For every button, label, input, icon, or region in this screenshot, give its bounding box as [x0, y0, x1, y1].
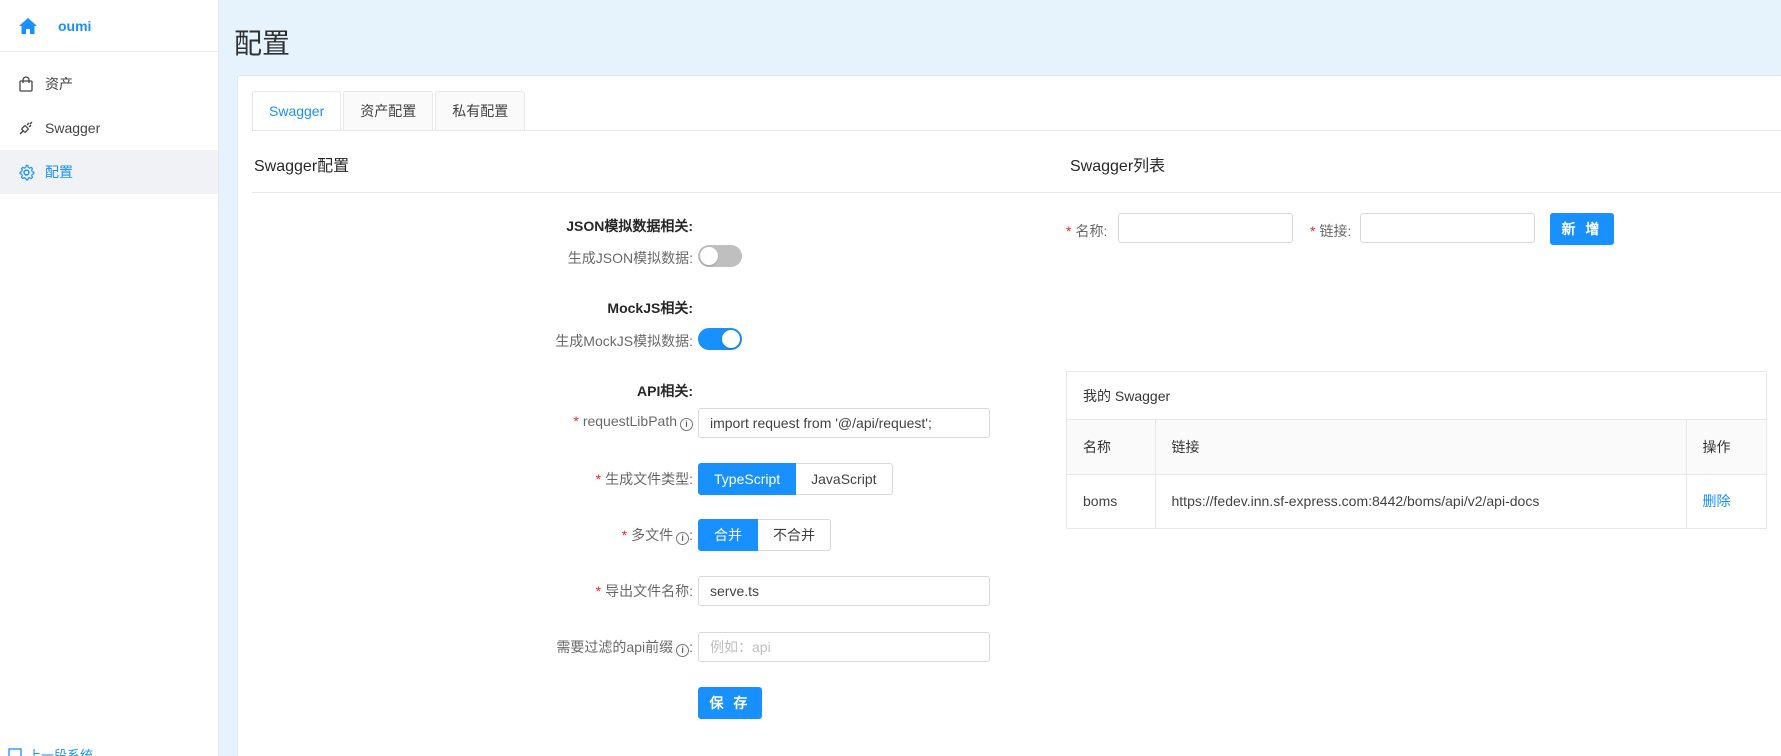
column-header-action: 操作 — [1686, 420, 1766, 475]
tabs-divider — [252, 130, 1781, 131]
name-field-label: * 名称: — [1066, 221, 1107, 241]
typescript-option[interactable]: TypeScript — [698, 463, 797, 495]
sidebar-item-swagger[interactable]: Swagger — [0, 106, 218, 150]
export-name-label: * 导出文件名称: — [596, 581, 693, 601]
request-lib-label: * requestLibPath i — [573, 413, 693, 431]
export-name-input[interactable] — [698, 576, 990, 606]
multi-file-label-text: 多文件 — [631, 527, 674, 543]
window-icon — [8, 747, 22, 756]
info-icon[interactable]: i — [676, 644, 690, 657]
sidebar: oumi 资产 Swagger 配置 上一段系统 — [0, 0, 219, 756]
mockjs-switch-label: 生成MockJS模拟数据: — [555, 333, 693, 349]
filter-prefix-label-text: 需要过滤的api前缀 — [556, 639, 674, 655]
javascript-option[interactable]: JavaScript — [795, 463, 893, 495]
table-title: 我的 Swagger — [1067, 372, 1766, 420]
save-button[interactable]: 保 存 — [698, 687, 762, 719]
sidebar-item-assets[interactable]: 资产 — [0, 62, 218, 106]
info-icon[interactable]: i — [676, 532, 690, 545]
column-header-link: 链接 — [1155, 420, 1687, 475]
link-field-label-text: 链接: — [1319, 223, 1352, 239]
page-title: 配置 — [234, 28, 291, 59]
sidebar-item-label: 资产 — [45, 76, 73, 92]
json-mock-switch[interactable] — [698, 245, 742, 267]
swagger-config-title: Swagger配置 — [254, 158, 350, 175]
filter-prefix-label: 需要过滤的api前缀 i: — [556, 637, 693, 657]
api-group-title: API相关: — [637, 383, 693, 399]
tab-asset-config[interactable]: 资产配置 — [343, 91, 434, 131]
shopping-bag-icon — [17, 75, 35, 93]
name-field-label-text: 名称: — [1075, 223, 1108, 239]
delete-link[interactable]: 删除 — [1703, 493, 1731, 509]
switch-knob — [700, 247, 718, 265]
table-header-row: 名称 链接 操作 — [1067, 420, 1766, 475]
export-name-label-text: 导出文件名称: — [605, 583, 693, 599]
filter-prefix-input[interactable] — [698, 632, 990, 662]
swagger-table: 名称 链接 操作 boms https://fedev.inn.sf-expre… — [1067, 420, 1766, 528]
mockjs-switch[interactable] — [698, 328, 742, 350]
swagger-name-input[interactable] — [1118, 213, 1293, 243]
api-plug-icon — [17, 119, 35, 137]
brand[interactable]: oumi — [0, 0, 218, 52]
multi-file-label: * 多文件 i: — [622, 525, 693, 545]
sidebar-item-label: 配置 — [45, 164, 73, 180]
link-field-label: * 链接: — [1310, 221, 1351, 241]
config-card: Swagger 资产配置 私有配置 Swagger配置 Swagger列表 JS… — [237, 75, 1781, 756]
gear-icon — [17, 163, 35, 181]
request-lib-label-text: requestLibPath — [582, 413, 677, 429]
swagger-table-card: 我的 Swagger 名称 链接 操作 boms https://fedev.i… — [1066, 371, 1767, 529]
request-lib-input[interactable] — [698, 408, 990, 438]
mockjs-group-title: MockJS相关: — [607, 300, 693, 316]
tab-private-config[interactable]: 私有配置 — [435, 91, 526, 131]
sidebar-item-label: Swagger — [45, 120, 101, 136]
sidebar-item-config[interactable]: 配置 — [0, 150, 218, 194]
merge-option[interactable]: 合并 — [698, 519, 758, 551]
required-mark: * — [595, 583, 602, 599]
tab-swagger[interactable]: Swagger — [252, 91, 342, 131]
file-type-label: * 生成文件类型: — [596, 469, 693, 489]
swagger-list-title: Swagger列表 — [1070, 158, 1166, 175]
tab-bar: Swagger 资产配置 私有配置 — [252, 91, 527, 131]
info-icon[interactable]: i — [680, 418, 693, 431]
sidebar-menu: 资产 Swagger 配置 — [0, 62, 218, 194]
required-mark: * — [1066, 223, 1072, 239]
file-type-radio-group: TypeScript JavaScript — [698, 463, 893, 495]
required-mark: * — [1310, 223, 1316, 239]
section-divider — [252, 192, 1781, 193]
swagger-link-input[interactable] — [1360, 213, 1535, 243]
colon: : — [689, 527, 693, 543]
column-header-name: 名称 — [1067, 420, 1156, 475]
sidebar-bottom-label: 上一段系统 — [28, 748, 94, 756]
no-merge-option[interactable]: 不合并 — [757, 519, 831, 551]
multi-file-radio-group: 合并 不合并 — [698, 519, 831, 551]
switch-knob — [722, 330, 740, 348]
home-icon — [19, 17, 37, 34]
row-name-cell: boms — [1067, 474, 1156, 528]
required-mark: * — [573, 413, 579, 429]
row-link-cell: https://fedev.inn.sf-express.com:8442/bo… — [1155, 474, 1687, 528]
add-button[interactable]: 新 增 — [1550, 213, 1614, 245]
colon: : — [689, 639, 693, 655]
required-mark: * — [595, 471, 602, 487]
required-mark: * — [621, 527, 628, 543]
json-group-title: JSON模拟数据相关: — [566, 218, 693, 234]
brand-name: oumi — [58, 17, 92, 34]
sidebar-bottom-link[interactable]: 上一段系统 — [8, 745, 93, 756]
file-type-label-text: 生成文件类型: — [605, 471, 693, 487]
table-row: boms https://fedev.inn.sf-express.com:84… — [1067, 474, 1766, 528]
json-switch-label: 生成JSON模拟数据: — [567, 250, 693, 266]
row-action-cell: 删除 — [1686, 474, 1766, 528]
